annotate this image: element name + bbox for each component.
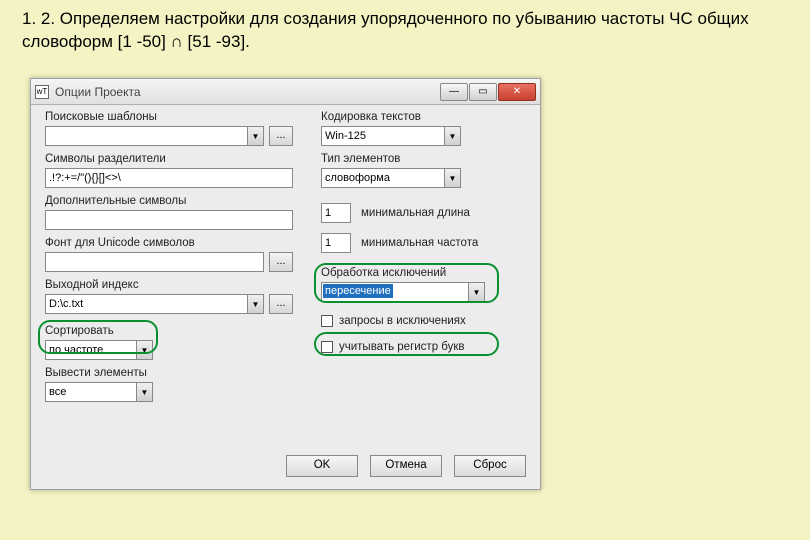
- close-button[interactable]: ✕: [498, 83, 536, 101]
- dropdown-icon[interactable]: ▼: [137, 340, 153, 360]
- output-index-input[interactable]: [45, 294, 248, 314]
- exceptions-value: пересечение: [323, 284, 393, 298]
- sort-label: Сортировать: [45, 325, 293, 340]
- case-checkbox[interactable]: [321, 341, 333, 353]
- app-icon: wT: [35, 85, 49, 99]
- minimize-button[interactable]: —: [440, 83, 468, 101]
- search-templates-input[interactable]: [45, 126, 248, 146]
- window-title: Опции Проекта: [55, 85, 439, 99]
- case-sensitive-label: учитывать регистр букв: [339, 341, 465, 353]
- cancel-button[interactable]: Отмена: [370, 455, 442, 477]
- dropdown-icon[interactable]: ▼: [248, 126, 264, 146]
- element-type-label: Тип элементов: [321, 153, 461, 168]
- delimiters-label: Символы разделители: [45, 153, 293, 168]
- element-type-select[interactable]: [321, 168, 445, 188]
- min-length-label: минимальная длина: [361, 207, 470, 219]
- dropdown-icon[interactable]: ▼: [445, 168, 461, 188]
- unicode-font-input[interactable]: [45, 252, 264, 272]
- exceptions-label: Обработка исключений: [321, 267, 485, 282]
- dropdown-icon[interactable]: ▼: [445, 126, 461, 146]
- additional-symbols-input[interactable]: [45, 210, 293, 230]
- maximize-button[interactable]: ▭: [469, 83, 497, 101]
- search-templates-label: Поисковые шаблоны: [45, 111, 293, 126]
- requests-checkbox[interactable]: [321, 315, 333, 327]
- reset-button[interactable]: Сброс: [454, 455, 526, 477]
- min-freq-label: минимальная частота: [361, 237, 478, 249]
- instruction-heading: 1. 2. Определяем настройки для создания …: [22, 8, 782, 54]
- unicode-font-label: Фонт для Unicode символов: [45, 237, 293, 252]
- sort-select[interactable]: [45, 340, 137, 360]
- min-length-input[interactable]: [321, 203, 351, 223]
- exceptions-select[interactable]: пересечение: [321, 282, 469, 302]
- font-browse-button[interactable]: ...: [269, 252, 293, 272]
- options-dialog: wT Опции Проекта — ▭ ✕ Поисковые шаблоны…: [30, 78, 541, 490]
- index-browse-button[interactable]: ...: [269, 294, 293, 314]
- output-elements-select[interactable]: [45, 382, 137, 402]
- min-freq-input[interactable]: [321, 233, 351, 253]
- encoding-label: Кодировка текстов: [321, 111, 461, 126]
- dropdown-icon[interactable]: ▼: [469, 282, 485, 302]
- output-elements-label: Вывести элементы: [45, 367, 293, 382]
- delimiters-input[interactable]: [45, 168, 293, 188]
- requests-in-exceptions-label: запросы в исключениях: [339, 315, 466, 327]
- encoding-select[interactable]: [321, 126, 445, 146]
- output-index-label: Выходной индекс: [45, 279, 293, 294]
- browse-button[interactable]: ...: [269, 126, 293, 146]
- dropdown-icon[interactable]: ▼: [137, 382, 153, 402]
- titlebar[interactable]: wT Опции Проекта — ▭ ✕: [31, 79, 540, 105]
- dropdown-icon[interactable]: ▼: [248, 294, 264, 314]
- additional-symbols-label: Дополнительные символы: [45, 195, 293, 210]
- ok-button[interactable]: OK: [286, 455, 358, 477]
